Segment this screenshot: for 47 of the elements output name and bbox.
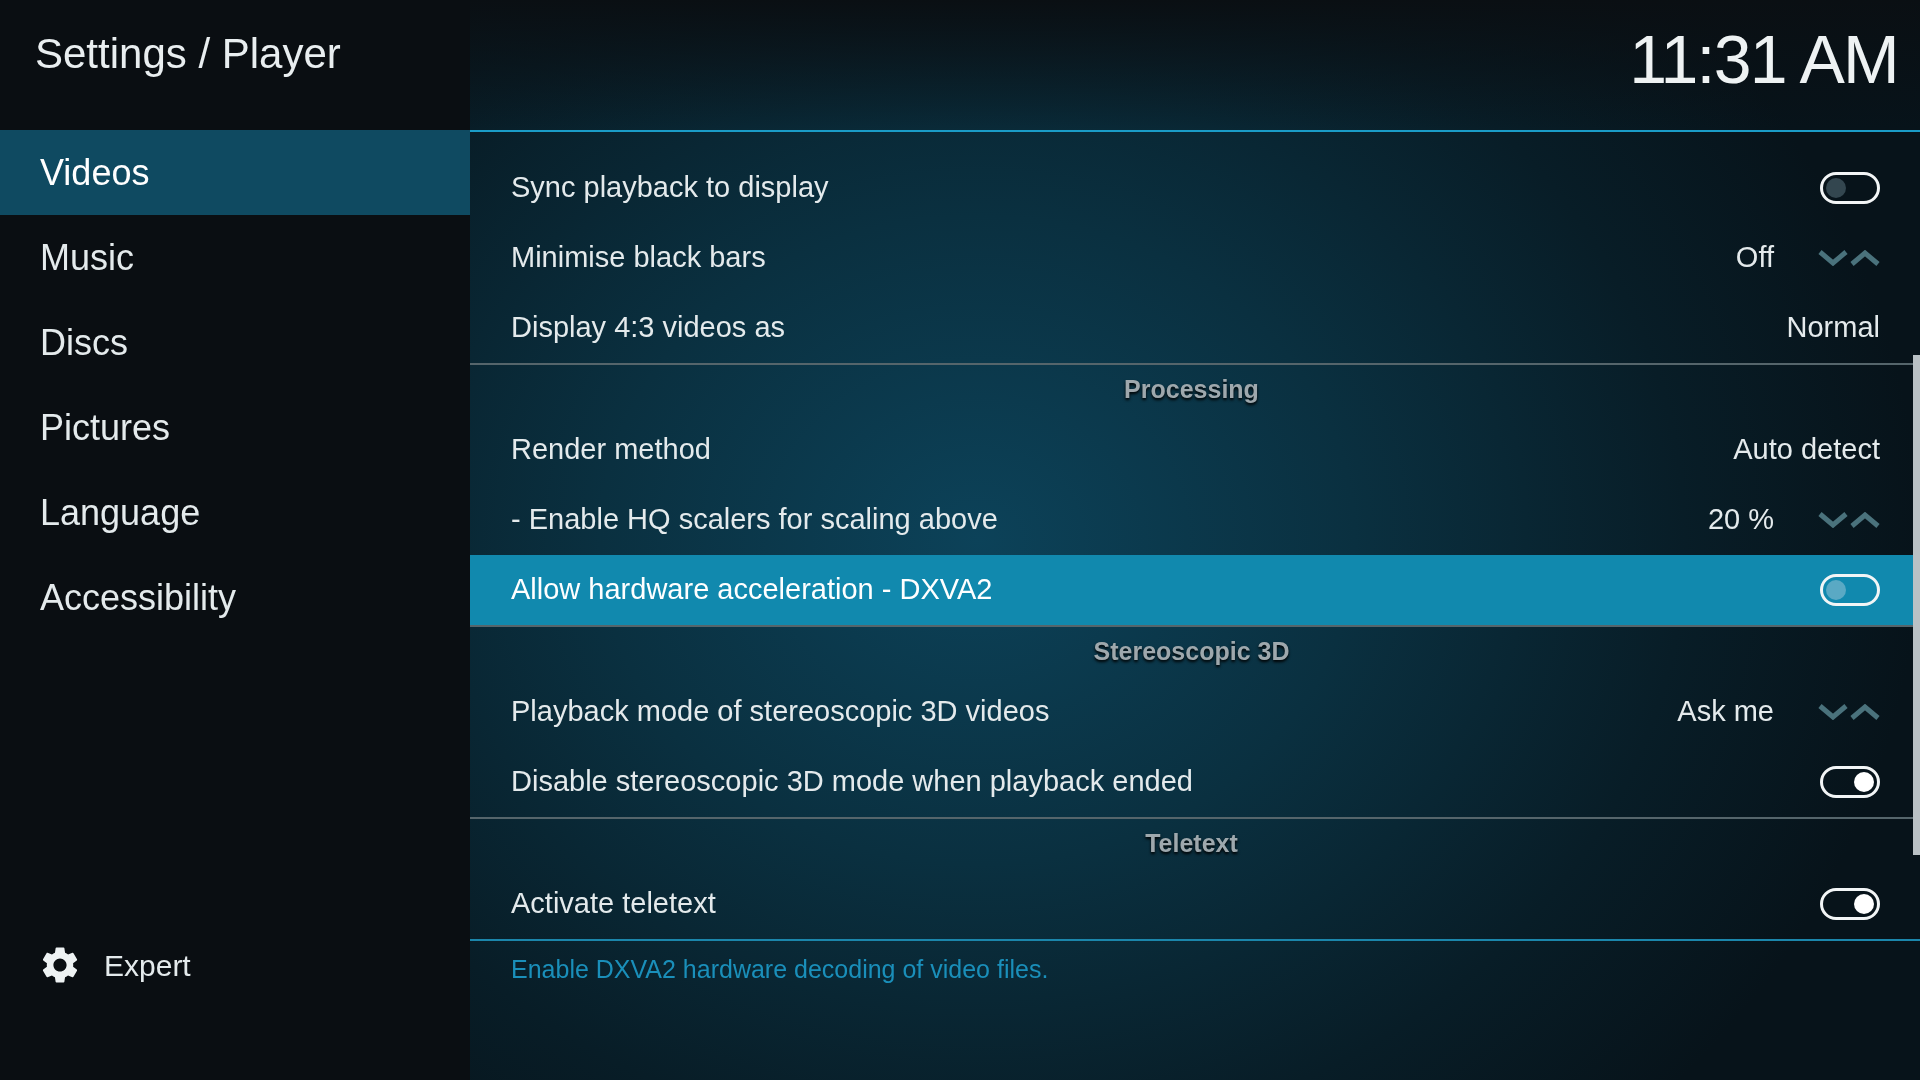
- setting-value: Ask me: [1677, 694, 1774, 730]
- setting-row[interactable]: Sync playback to display: [470, 153, 1913, 223]
- scrollbar-thumb[interactable]: [1913, 355, 1920, 855]
- toggle-switch[interactable]: [1820, 766, 1880, 798]
- sidebar-item[interactable]: Pictures: [0, 385, 470, 470]
- settings-level-button[interactable]: Expert: [38, 940, 191, 990]
- sidebar-item[interactable]: Discs: [0, 300, 470, 385]
- setting-row[interactable]: Activate teletext: [470, 869, 1913, 939]
- setting-value: Normal: [1786, 310, 1880, 346]
- sidebar-item[interactable]: Videos: [0, 130, 470, 215]
- setting-label: Sync playback to display: [511, 170, 829, 206]
- setting-row[interactable]: Minimise black bars Off: [470, 223, 1913, 293]
- setting-value: 20 %: [1707, 502, 1774, 538]
- setting-value: Off: [1735, 240, 1774, 276]
- sidebar-item[interactable]: Accessibility: [0, 555, 470, 640]
- setting-value: Auto detect: [1733, 432, 1880, 468]
- setting-description: Enable DXVA2 hardware decoding of video files.: [511, 955, 1049, 983]
- page-title: Settings / Player: [35, 30, 341, 77]
- toggle-switch[interactable]: [1820, 172, 1880, 204]
- sidebar-item[interactable]: Language: [0, 470, 470, 555]
- setting-row[interactable]: Disable stereoscopic 3D mode when playback ended: [470, 747, 1913, 817]
- sidebar-item[interactable]: Music: [0, 215, 470, 300]
- setting-label: Minimise black bars: [511, 240, 766, 276]
- chevron-down-icon[interactable]: [1818, 512, 1848, 528]
- section-title: Processing: [1124, 374, 1259, 406]
- clock: 11:31 AM: [1629, 20, 1898, 99]
- chevron-up-icon[interactable]: [1850, 704, 1880, 720]
- setting-row[interactable]: Render method Auto detect: [470, 415, 1913, 485]
- toggle-switch[interactable]: [1820, 888, 1880, 920]
- setting-label: Allow hardware acceleration - DXVA2: [511, 572, 993, 608]
- setting-row[interactable]: Playback mode of stereoscopic 3D videos Ask me: [470, 677, 1913, 747]
- setting-label: - Enable HQ scalers for scaling above: [511, 502, 998, 538]
- setting-label: Disable stereoscopic 3D mode when playback ended: [511, 764, 1193, 800]
- chevron-down-icon[interactable]: [1818, 250, 1848, 266]
- setting-label: Display 4:3 videos as: [511, 310, 786, 346]
- chevron-down-icon[interactable]: [1818, 704, 1848, 720]
- section-title: Teletext: [1145, 828, 1238, 860]
- chevron-up-icon[interactable]: [1850, 250, 1880, 266]
- setting-label: Playback mode of stereoscopic 3D videos: [511, 694, 1050, 730]
- setting-label: Activate teletext: [511, 886, 716, 922]
- setting-row[interactable]: - Enable HQ scalers for scaling above 20 %: [470, 485, 1913, 555]
- chevron-up-icon[interactable]: [1850, 512, 1880, 528]
- toggle-switch[interactable]: [1820, 574, 1880, 606]
- setting-row[interactable]: Display 4:3 videos as Normal: [470, 293, 1913, 363]
- setting-row[interactable]: Allow hardware acceleration - DXVA2: [470, 555, 1913, 625]
- setting-label: Render method: [511, 432, 711, 468]
- section-title: Stereoscopic 3D: [1093, 636, 1290, 668]
